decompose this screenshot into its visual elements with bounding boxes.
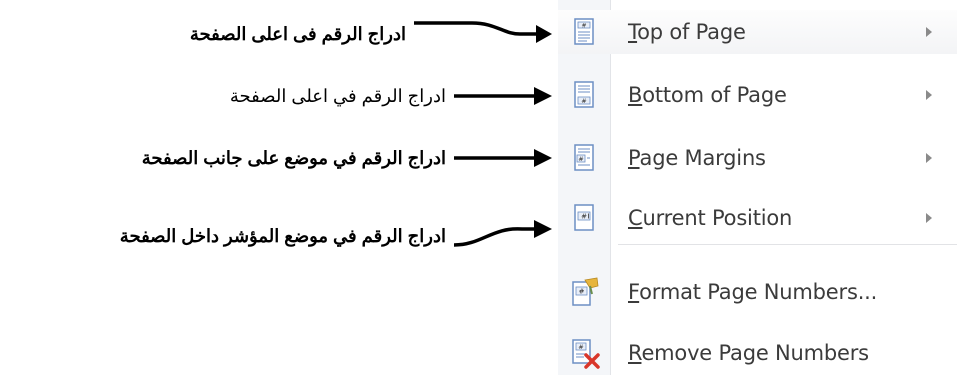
menu-item-label: Remove Page Numbers (628, 341, 869, 365)
menu-item-page-margins[interactable]: # Page Margins (558, 136, 957, 180)
annotation-page-margins: ادراج الرقم في موضع على جانب الصفحة (142, 142, 552, 174)
menu-item-format-page-numbers[interactable]: # Format Page Numbers... (558, 270, 957, 314)
svg-text:#: # (578, 155, 583, 163)
menu-item-label: Page Margins (628, 146, 766, 170)
remove-page-numbers-icon: # (572, 339, 600, 369)
annotation-text: ادراج الرقم في موضع المؤشر داخل الصفحة (119, 225, 446, 246)
menu-item-remove-page-numbers[interactable]: # Remove Page Numbers (558, 331, 957, 375)
page-margins-icon: # (574, 144, 594, 171)
menu-item-label: Bottom of Page (628, 83, 787, 107)
svg-text:#: # (581, 23, 586, 30)
annotation-top-of-page: ادراج الرقم فى اعلى الصفحة (190, 18, 552, 50)
format-page-numbers-icon: # (572, 277, 599, 306)
menu-item-label: Format Page Numbers... (628, 280, 878, 304)
menu-separator (618, 244, 957, 245)
svg-text:#: # (578, 343, 583, 351)
page-number-menu: # Top of Page # Bottom of Page # Page Ma… (558, 0, 957, 375)
svg-text:#: # (579, 288, 585, 296)
menu-item-current-position[interactable]: # Current Position (558, 196, 957, 240)
submenu-arrow-icon (926, 213, 932, 223)
icon-gutter (558, 0, 610, 375)
svg-text:#: # (581, 97, 586, 105)
top-of-page-icon: # (574, 18, 594, 45)
arrow-icon (454, 87, 552, 105)
annotation-bottom-of-page: ادراج الرقم في اعلى الصفحة (230, 80, 552, 112)
curved-arrow-icon (453, 220, 552, 247)
submenu-arrow-icon (926, 153, 932, 163)
annotation-text: ادراج الرقم فى اعلى الصفحة (189, 23, 406, 44)
menu-item-label: Current Position (628, 206, 793, 230)
menu-item-label: Top of Page (628, 20, 746, 44)
submenu-arrow-icon (926, 90, 932, 100)
curved-arrow-icon (414, 21, 552, 43)
annotation-text: ادراج الرقم في اعلى الصفحة (229, 85, 446, 106)
annotation-text: ادراج الرقم في موضع على جانب الصفحة (141, 147, 446, 168)
svg-text:#: # (581, 213, 587, 221)
submenu-arrow-icon (926, 27, 932, 37)
arrow-icon (454, 149, 552, 167)
menu-item-bottom-of-page[interactable]: # Bottom of Page (558, 73, 957, 117)
current-position-icon: # (574, 204, 594, 231)
annotation-current-position: ادراج الرقم في موضع المؤشر داخل الصفحة (120, 220, 552, 252)
gutter-divider (610, 0, 611, 375)
bottom-of-page-icon: # (574, 81, 594, 108)
menu-item-top-of-page[interactable]: # Top of Page (558, 10, 957, 54)
